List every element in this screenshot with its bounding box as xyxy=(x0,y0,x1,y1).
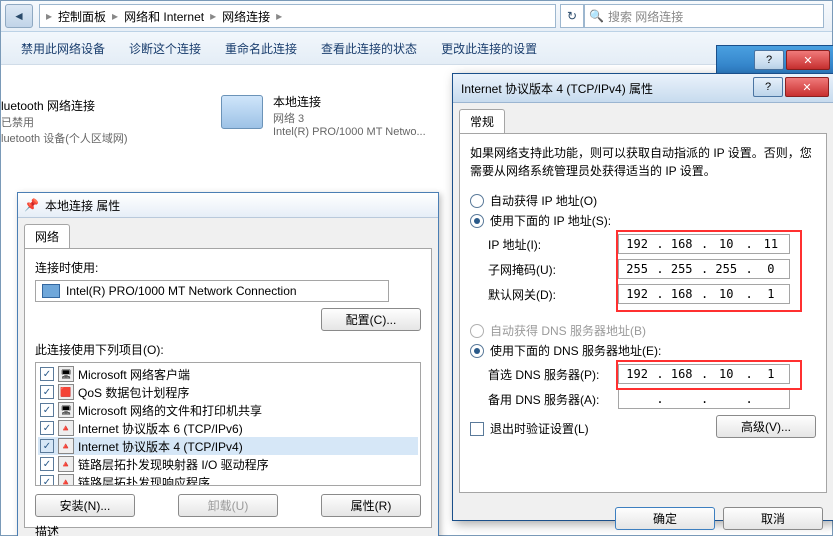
qos-icon: 🟥 xyxy=(58,384,74,400)
list-item[interactable]: ✓🔺Internet 协议版本 6 (TCP/IPv6) xyxy=(38,419,418,437)
hint-text: 如果网络支持此功能，则可以获取自动指派的 IP 设置。否则，您需要从网络系统管理… xyxy=(470,144,816,180)
install-button[interactable]: 安装(N)... xyxy=(35,494,135,517)
uses-label: 此连接使用下列项目(O): xyxy=(35,341,421,358)
address-bar: ◄ ▸ 控制面板 ▸ 网络和 Internet ▸ 网络连接 ▸ ↻ 🔍 搜索 … xyxy=(1,1,832,32)
cmd-disable[interactable]: 禁用此网络设备 xyxy=(9,36,117,61)
connection-network: 网络 3 xyxy=(273,110,481,126)
list-item[interactable]: ✓🖥Microsoft 网络客户端 xyxy=(38,365,418,383)
checkbox-icon[interactable]: ✓ xyxy=(40,385,54,399)
properties-button[interactable]: 属性(R) xyxy=(321,494,421,517)
description-label: 描述 xyxy=(35,523,421,536)
lan-properties-dialog: 📌 本地连接 属性 网络 连接时使用: Intel(R) PRO/1000 MT… xyxy=(17,192,439,536)
adapter-name: Intel(R) PRO/1000 MT Network Connection xyxy=(66,284,297,298)
checkbox-icon[interactable]: ✓ xyxy=(40,421,54,435)
dns2-label: 备用 DNS 服务器(A): xyxy=(488,391,618,408)
component-list[interactable]: ✓🖥Microsoft 网络客户端 ✓🟥QoS 数据包计划程序 ✓🖥Micros… xyxy=(35,362,421,486)
gateway-label: 默认网关(D): xyxy=(488,286,618,303)
close-button[interactable]: ✕ xyxy=(786,50,830,70)
radio-icon xyxy=(470,344,484,358)
tab-general[interactable]: 常规 xyxy=(459,109,505,133)
cancel-button[interactable]: 取消 xyxy=(723,507,823,530)
cmd-rename[interactable]: 重命名此连接 xyxy=(213,36,309,61)
checkbox-icon xyxy=(470,422,484,436)
dialog-titlebar[interactable]: 📌 本地连接 属性 xyxy=(18,193,438,218)
subnet-mask-input[interactable]: 255.255.255.0 xyxy=(618,259,790,279)
help-button[interactable]: ? xyxy=(753,77,783,97)
client-icon: 🖥 xyxy=(58,366,74,382)
nic-icon xyxy=(221,95,263,129)
ipv4-properties-dialog: Internet 协议版本 4 (TCP/IPv4) 属性 ? ✕ 常规 如果网… xyxy=(452,73,833,521)
protocol-icon: 🔺 xyxy=(58,420,74,436)
lltd-icon: 🔺 xyxy=(58,474,74,486)
uninstall-button: 卸载(U) xyxy=(178,494,278,517)
pin-icon: 📌 xyxy=(24,198,39,212)
mask-label: 子网掩码(U): xyxy=(488,261,618,278)
ip-address-input[interactable]: 192.168.10.11 xyxy=(618,234,790,254)
dns2-input[interactable]: ... xyxy=(618,389,790,409)
list-item[interactable]: ✓🔺链路层拓扑发现响应程序 xyxy=(38,473,418,486)
list-item-selected[interactable]: ✓🔺Internet 协议版本 4 (TCP/IPv4) xyxy=(38,437,418,455)
cmd-diagnose[interactable]: 诊断这个连接 xyxy=(117,36,213,61)
adapter-field: Intel(R) PRO/1000 MT Network Connection xyxy=(35,280,389,302)
connection-title: luetooth 网络连接 xyxy=(1,97,201,114)
ip-label: IP 地址(I): xyxy=(488,236,618,253)
checkbox-icon[interactable]: ✓ xyxy=(40,439,54,453)
search-icon: 🔍 xyxy=(589,9,604,23)
dialog-titlebar[interactable]: Internet 协议版本 4 (TCP/IPv4) 属性 ? ✕ xyxy=(453,74,833,103)
ok-button[interactable]: 确定 xyxy=(615,507,715,530)
radio-use-ip[interactable]: 使用下面的 IP 地址(S): xyxy=(470,212,816,229)
advanced-button[interactable]: 高级(V)... xyxy=(716,415,816,438)
breadcrumb[interactable]: 控制面板 xyxy=(54,8,110,25)
tab-body: 如果网络支持此功能，则可以获取自动指派的 IP 设置。否则，您需要从网络系统管理… xyxy=(459,133,827,493)
tab-network[interactable]: 网络 xyxy=(24,224,70,248)
close-button[interactable]: ✕ xyxy=(785,77,829,97)
gateway-input[interactable]: 192.168.10.1 xyxy=(618,284,790,304)
radio-icon xyxy=(470,324,484,338)
connection-title: 本地连接 xyxy=(273,93,481,110)
connection-status: 已禁用 xyxy=(1,114,201,130)
help-button[interactable]: ? xyxy=(754,50,784,70)
validate-on-exit-checkbox[interactable]: 退出时验证设置(L) xyxy=(470,420,589,437)
connect-using-label: 连接时使用: xyxy=(35,259,421,276)
dns1-input[interactable]: 192.168.10.1 xyxy=(618,364,790,384)
tab-strip: 网络 xyxy=(18,218,438,248)
list-item[interactable]: ✓🔺链路层拓扑发现映射器 I/O 驱动程序 xyxy=(38,455,418,473)
list-item[interactable]: ✓🟥QoS 数据包计划程序 xyxy=(38,383,418,401)
list-item[interactable]: ✓🖥Microsoft 网络的文件和打印机共享 xyxy=(38,401,418,419)
cmd-status[interactable]: 查看此连接的状态 xyxy=(309,36,429,61)
back-button[interactable]: ◄ xyxy=(5,4,33,28)
command-bar: 禁用此网络设备 诊断这个连接 重命名此连接 查看此连接的状态 更改此连接的设置 xyxy=(1,32,832,65)
cmd-change[interactable]: 更改此连接的设置 xyxy=(429,36,549,61)
dialog-title: Internet 协议版本 4 (TCP/IPv4) 属性 xyxy=(461,80,653,97)
connection-lan[interactable]: 本地连接 网络 3 Intel(R) PRO/1000 MT Netwo... xyxy=(221,93,481,138)
search-input[interactable]: 🔍 搜索 网络连接 xyxy=(584,4,824,28)
breadcrumb-box[interactable]: ▸ 控制面板 ▸ 网络和 Internet ▸ 网络连接 ▸ xyxy=(39,4,556,28)
checkbox-icon[interactable]: ✓ xyxy=(40,403,54,417)
radio-use-dns[interactable]: 使用下面的 DNS 服务器地址(E): xyxy=(470,342,816,359)
configure-button[interactable]: 配置(C)... xyxy=(321,308,421,331)
dialog-title: 本地连接 属性 xyxy=(45,197,120,214)
lltd-icon: 🔺 xyxy=(58,456,74,472)
connection-device: Intel(R) PRO/1000 MT Netwo... xyxy=(273,126,481,138)
checkbox-icon[interactable]: ✓ xyxy=(40,457,54,471)
radio-icon xyxy=(470,194,484,208)
radio-auto-ip[interactable]: 自动获得 IP 地址(O) xyxy=(470,192,816,209)
radio-auto-dns: 自动获得 DNS 服务器地址(B) xyxy=(470,322,816,339)
breadcrumb[interactable]: 网络连接 xyxy=(218,8,274,25)
nic-icon xyxy=(42,284,60,298)
connection-bluetooth[interactable]: luetooth 网络连接 已禁用 luetooth 设备(个人区域网) xyxy=(1,97,201,146)
protocol-icon: 🔺 xyxy=(58,438,74,454)
refresh-button[interactable]: ↻ xyxy=(560,4,584,28)
checkbox-icon[interactable]: ✓ xyxy=(40,367,54,381)
share-icon: 🖥 xyxy=(58,402,74,418)
search-placeholder: 搜索 网络连接 xyxy=(608,8,683,25)
dialog-footer: 确定 取消 xyxy=(453,499,833,536)
radio-icon xyxy=(470,214,484,228)
connection-device: luetooth 设备(个人区域网) xyxy=(1,130,201,146)
tab-body: 连接时使用: Intel(R) PRO/1000 MT Network Conn… xyxy=(24,248,432,528)
breadcrumb[interactable]: 网络和 Internet xyxy=(120,8,208,25)
checkbox-icon[interactable]: ✓ xyxy=(40,475,54,486)
dns1-label: 首选 DNS 服务器(P): xyxy=(488,366,618,383)
